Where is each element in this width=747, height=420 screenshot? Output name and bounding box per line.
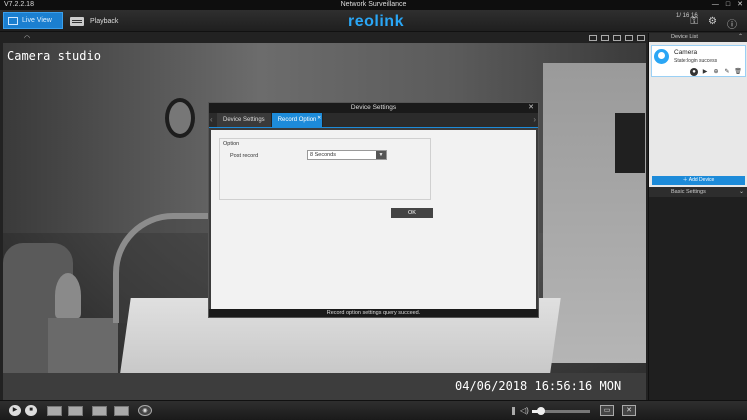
- close-all-button[interactable]: ✕: [622, 405, 636, 416]
- close-view-icon[interactable]: [637, 35, 645, 41]
- minimize-button[interactable]: —: [712, 0, 719, 10]
- chevron-down-icon[interactable]: ▼: [376, 151, 386, 159]
- scene-window: [543, 63, 646, 363]
- tab-close-icon[interactable]: ✕: [317, 111, 321, 126]
- post-record-label: Post record: [230, 153, 259, 159]
- dialog-close-button[interactable]: ✕: [528, 103, 534, 113]
- scene-wall-clock: [165, 98, 195, 138]
- dialog-tabs: ‹ Device Settings Record Option ✕ ›: [209, 113, 538, 128]
- tab-record-option-label: Record Option: [277, 117, 317, 123]
- play-icon[interactable]: ▶: [701, 68, 709, 76]
- eye-icon[interactable]: ◉: [138, 405, 152, 416]
- stop-icon[interactable]: ■: [25, 405, 37, 416]
- fullscreen-layout-icon[interactable]: [114, 406, 129, 416]
- basic-settings-label: Basic Settings: [671, 189, 706, 195]
- dialog-title: Device Settings: [350, 104, 397, 111]
- dialog-body: Option Post record 8 Seconds ▼ OK: [211, 130, 536, 309]
- lock-icon[interactable]: ⚿: [690, 16, 698, 31]
- play-icon[interactable]: ▶: [9, 405, 21, 416]
- tab-scroll-right-icon[interactable]: ›: [533, 115, 536, 124]
- record-icon[interactable]: [601, 35, 609, 41]
- window-controls: — □ ✕: [712, 0, 743, 10]
- device-list-header[interactable]: Device List ⌃: [649, 33, 747, 42]
- scene-lamp: [55, 273, 81, 318]
- basic-settings-header[interactable]: Basic Settings ⌄: [649, 187, 747, 197]
- live-view-button[interactable]: Live View: [3, 12, 63, 29]
- scene-nightstand: [48, 318, 118, 378]
- basic-settings-panel: [649, 197, 747, 400]
- camera-avatar-icon: [654, 49, 669, 64]
- title-bar: V7.2.2.18 Network Surveillance — □ ✕: [0, 0, 747, 10]
- camera-icon[interactable]: [613, 35, 621, 41]
- ok-button[interactable]: OK: [391, 208, 433, 218]
- tab-record-option[interactable]: Record Option ✕: [271, 111, 324, 127]
- tab-scroll-left-icon[interactable]: ‹: [210, 115, 213, 124]
- volume-knob[interactable]: [536, 407, 545, 415]
- post-record-select[interactable]: 8 Seconds ▼: [307, 150, 387, 160]
- option-group: Option Post record 8 Seconds ▼: [219, 138, 431, 200]
- wifi-icon: ◠: [24, 35, 31, 42]
- add-device-button[interactable]: ＋ Add Device: [652, 176, 745, 185]
- chevron-down-icon: ⌄: [738, 189, 744, 195]
- record-button-icon[interactable]: ●: [690, 68, 698, 76]
- info-icon[interactable]: ⓘ: [727, 16, 737, 31]
- snapshot-icon[interactable]: [47, 406, 62, 416]
- zoom-icon[interactable]: ⊕: [712, 68, 720, 76]
- maximize-button[interactable]: □: [726, 0, 730, 10]
- edit-icon[interactable]: ✎: [723, 68, 731, 76]
- window-title: Network Surveillance: [340, 1, 407, 8]
- camera-actions: ● ▶ ⊕ ✎ 🗑: [690, 68, 742, 76]
- single-view-button[interactable]: ▭: [600, 405, 614, 416]
- device-list-label: Device List: [671, 34, 698, 40]
- playback-button[interactable]: Playback: [70, 14, 118, 28]
- live-view-icon: [8, 16, 18, 25]
- delete-icon[interactable]: 🗑: [734, 68, 742, 76]
- video-icon[interactable]: [625, 35, 633, 41]
- osd-camera-name: Camera studio: [7, 49, 101, 63]
- layout-icon[interactable]: [92, 406, 107, 416]
- chevron-up-icon: ⌃: [737, 34, 743, 40]
- brand-logo: reolink: [348, 13, 404, 30]
- record-video-icon[interactable]: [68, 406, 83, 416]
- post-record-value: 8 Seconds: [310, 152, 336, 158]
- volume-slider[interactable]: [532, 407, 590, 415]
- main-toolbar: Live View Playback reolink 1/ 16 16 ⚿ ⚙ …: [0, 10, 747, 32]
- add-device-label: Add Device: [688, 177, 715, 183]
- osd-timestamp: 04/06/2018 16:56:16 MON: [455, 379, 622, 393]
- gear-icon[interactable]: ⚙: [708, 16, 717, 31]
- top-right-icons: ⚿ ⚙ ⓘ: [690, 16, 737, 31]
- playback-icon: [70, 16, 84, 26]
- live-view-label: Live View: [22, 17, 52, 24]
- dialog-status-message: Record option settings query succeed.: [209, 309, 538, 317]
- camera-name: Camera: [674, 49, 698, 56]
- close-window-button[interactable]: ✕: [737, 0, 743, 10]
- video-toolbar: [589, 35, 645, 41]
- playback-label: Playback: [90, 17, 119, 25]
- tab-device-settings[interactable]: Device Settings: [217, 113, 272, 127]
- camera-status: State:login success: [674, 58, 718, 64]
- device-settings-dialog: Device Settings ✕ ‹ Device Settings Reco…: [208, 102, 539, 318]
- bottom-toolbar: ▶ ■ ◉ ◁) ▭ ✕: [0, 400, 747, 420]
- camera-list-item[interactable]: Camera State:login success ● ▶ ⊕ ✎ 🗑: [651, 45, 746, 77]
- option-group-label: Option: [223, 141, 240, 147]
- speaker-icon[interactable]: ◁): [520, 406, 529, 415]
- microphone-icon[interactable]: [512, 407, 515, 415]
- app-window: V7.2.2.18 Network Surveillance — □ ✕ Liv…: [0, 0, 747, 420]
- scene-window-frame: [615, 113, 645, 173]
- right-panel: Device List ⌃ Camera State:login success…: [648, 33, 747, 400]
- snapshot-icon[interactable]: [589, 35, 597, 41]
- dialog-title-bar: Device Settings ✕: [209, 103, 538, 113]
